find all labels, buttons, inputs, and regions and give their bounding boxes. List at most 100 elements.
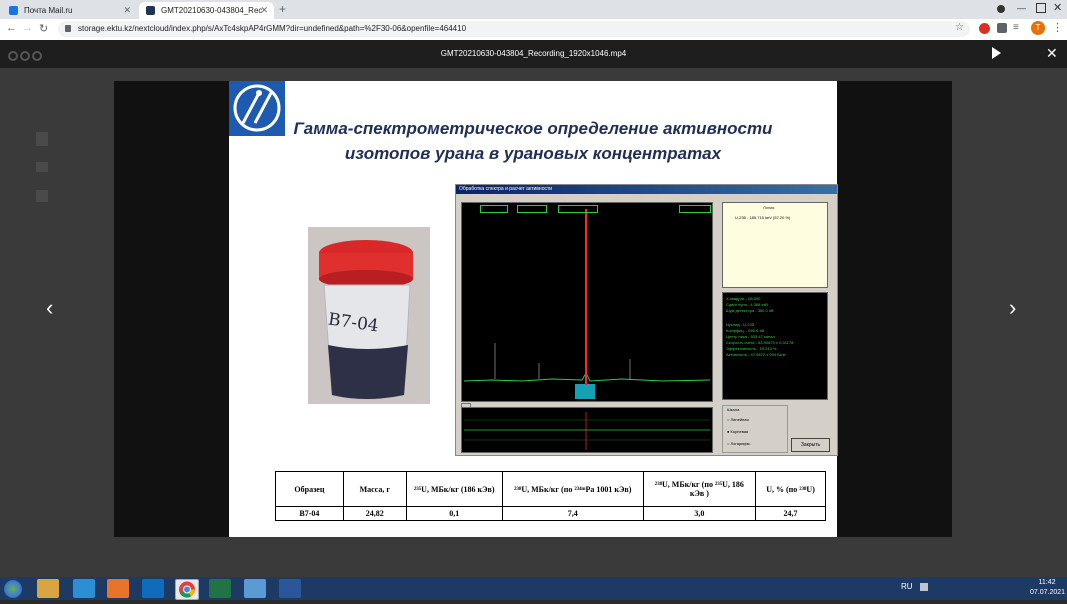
scale-option-label: Линейная	[730, 417, 749, 422]
reading-list-icon[interactable]: ≡	[1013, 22, 1019, 33]
info-line: Шум детектора - 360.0 эВ	[726, 308, 774, 313]
window-close-icon[interactable]: ✕	[1053, 1, 1062, 14]
tab-title: Почта Mail.ru	[24, 6, 73, 15]
energy-readout	[517, 205, 547, 213]
cell-u-percent: 24,7	[755, 506, 826, 521]
software-title-bar: Обработка спектра и расчет активности	[456, 185, 837, 194]
y-readout	[679, 205, 711, 213]
cell-u235: 0,1	[405, 506, 503, 521]
address-bar[interactable]: storage.ektu.kz/nextcloud/index.php/s/Ax…	[58, 21, 970, 37]
lock-icon	[65, 25, 71, 32]
tab-title: GMT20210630-043804_Rec	[161, 6, 263, 15]
table-row: В7-04 24,82 0,1 7,4 3,0 24,7	[275, 506, 826, 521]
info-line: Центр пика - 933.47 канал	[726, 334, 775, 339]
chrome-icon[interactable]	[175, 579, 199, 600]
header-sample: Образец	[275, 471, 344, 507]
channel-readout	[480, 205, 508, 213]
media-viewer: GMT20210630-043804_Recording_1920x1046.m…	[0, 40, 1067, 577]
header-mass: Масса, г	[342, 471, 407, 507]
close-tab-icon[interactable]: ✕	[260, 2, 268, 19]
header-u238-u235: ²³⁸U, МБк/кг (по ²³⁵U, 186 кЭв )	[642, 471, 757, 507]
close-tab-icon[interactable]: ✕	[123, 2, 131, 19]
clock-time[interactable]: 11:42	[1030, 579, 1064, 586]
reload-icon[interactable]: ↻	[39, 22, 48, 35]
tray-arrow-icon[interactable]	[920, 583, 928, 591]
internet-explorer-icon[interactable]	[73, 579, 95, 598]
info-line: Х-квадрат - 08.090	[726, 296, 761, 301]
scale-option-label: Корневая	[730, 429, 749, 434]
info-line: Коэффиц. - 692.6 эВ	[726, 328, 765, 333]
viewer-header: GMT20210630-043804_Recording_1920x1046.m…	[0, 40, 1067, 68]
next-arrow-icon[interactable]: ›	[1009, 295, 1016, 321]
scale-option-root[interactable]: ● Корневая	[727, 429, 748, 434]
scale-option-label: Логарифм.	[730, 441, 751, 446]
cell-u238-u235: 3,0	[642, 506, 757, 521]
bookmark-star-icon[interactable]: ☆	[955, 22, 964, 33]
info-line: Нуклид - U-235	[726, 322, 755, 327]
menu-kebab-icon[interactable]: ⋮	[1052, 21, 1063, 34]
language-indicator[interactable]: RU	[901, 582, 913, 591]
start-button-icon[interactable]	[4, 580, 22, 598]
extension-abp-icon[interactable]	[979, 23, 990, 34]
sample-jar-photo: В7-04	[308, 227, 430, 404]
clock-date[interactable]: 07.07.2021	[1030, 589, 1065, 596]
cell-u238-pa: 7,4	[501, 506, 644, 521]
scale-label: Шкала	[727, 407, 740, 412]
scale-option-linear[interactable]: ○ Линейная	[727, 417, 749, 422]
mail-favicon-icon	[9, 6, 18, 15]
taskbar: RU 11:42 07.07.2021	[0, 577, 1067, 600]
residual-plot	[461, 407, 713, 453]
info-line: Эффективность - 15.243 %	[726, 346, 777, 351]
scale-group: Шкала ○ Линейная ● Корневая ○ Логарифм.	[722, 405, 788, 453]
cell-mass: 24,82	[342, 506, 407, 521]
nextcloud-favicon-icon	[146, 6, 155, 15]
network-app-icon[interactable]	[244, 579, 266, 598]
new-tab-button[interactable]: +	[279, 2, 286, 16]
forward-arrow-icon[interactable]: →	[22, 22, 33, 34]
back-arrow-icon[interactable]: ←	[6, 22, 17, 34]
header-u238-pa: ²³⁸U, МБк/кг (по ²³⁴ᵐPa 1001 кЭв)	[501, 471, 644, 507]
file-explorer-icon[interactable]	[37, 579, 59, 598]
presentation-slide: Гамма-спектрометрическое определение акт…	[229, 81, 838, 537]
line-list-header: Линия	[763, 205, 775, 210]
project-icon[interactable]	[209, 579, 231, 598]
close-viewer-icon[interactable]: ✕	[1046, 45, 1058, 62]
info-line: Скорость счета - 83.90679 ± 0.31178	[726, 340, 794, 345]
profile-avatar[interactable]: Т	[1031, 21, 1045, 35]
folder-icon	[36, 162, 48, 172]
previous-arrow-icon[interactable]: ‹	[46, 295, 53, 321]
slideshow-play-icon[interactable]	[992, 47, 1001, 59]
extension-icon[interactable]	[997, 23, 1007, 33]
media-control-icon[interactable]	[997, 5, 1005, 13]
info-line: Сдвиг нуля - 4.388 кэВ	[726, 302, 768, 307]
minimize-icon[interactable]: —	[1017, 3, 1026, 13]
word-icon[interactable]	[279, 579, 301, 598]
header-u235: ²³⁵U, МБк/кг (186 кЭв)	[405, 471, 503, 507]
video-title: GMT20210630-043804_Recording_1920x1046.m…	[440, 49, 627, 58]
table-header-row: Образец Масса, г ²³⁵U, МБк/кг (186 кЭв) …	[275, 471, 826, 507]
spectrum-plot	[461, 202, 713, 402]
line-list-item[interactable]: U-235 - 185.715 keV (57.20 %)	[735, 215, 790, 220]
results-table: Образец Масса, г ²³⁵U, МБк/кг (186 кЭв) …	[275, 471, 826, 521]
close-software-button[interactable]: Закрыть	[791, 438, 830, 452]
info-line: Активность - 47.9872 ± 994 Бк/кг	[726, 352, 786, 357]
browser-toolbar: ← → ↻ storage.ektu.kz/nextcloud/index.ph…	[0, 19, 1067, 41]
url-text: storage.ektu.kz/nextcloud/index.php/s/Ax…	[78, 24, 467, 33]
slide-title-line2: изотопов урана в урановых концентратах	[344, 144, 722, 163]
media-player-icon[interactable]	[107, 579, 129, 598]
tab-strip: Почта Mail.ru ✕ GMT20210630-043804_Rec ✕…	[0, 0, 1067, 19]
outlook-icon[interactable]	[142, 579, 164, 598]
maximize-icon[interactable]	[1036, 3, 1046, 13]
tab-video[interactable]: GMT20210630-043804_Rec ✕	[139, 2, 274, 19]
slide-title-line1: Гамма-спектрометрическое определение акт…	[293, 119, 773, 138]
fit-results-panel: Х-квадрат - 08.090 Сдвиг нуля - 4.388 кэ…	[722, 292, 828, 400]
spectrum-software-window: Обработка спектра и расчет активности Ли…	[455, 184, 838, 456]
video-file-icon	[36, 190, 48, 202]
cell-sample: В7-04	[275, 506, 344, 521]
tab-mail[interactable]: Почта Mail.ru ✕	[2, 2, 137, 19]
header-u-percent: U, % (по ²³⁸U)	[755, 471, 826, 507]
scale-option-log[interactable]: ○ Логарифм.	[727, 441, 751, 446]
audio-file-icon	[36, 132, 48, 146]
line-list[interactable]: Линия U-235 - 185.715 keV (57.20 %)	[722, 202, 828, 288]
counts-readout	[558, 205, 598, 213]
